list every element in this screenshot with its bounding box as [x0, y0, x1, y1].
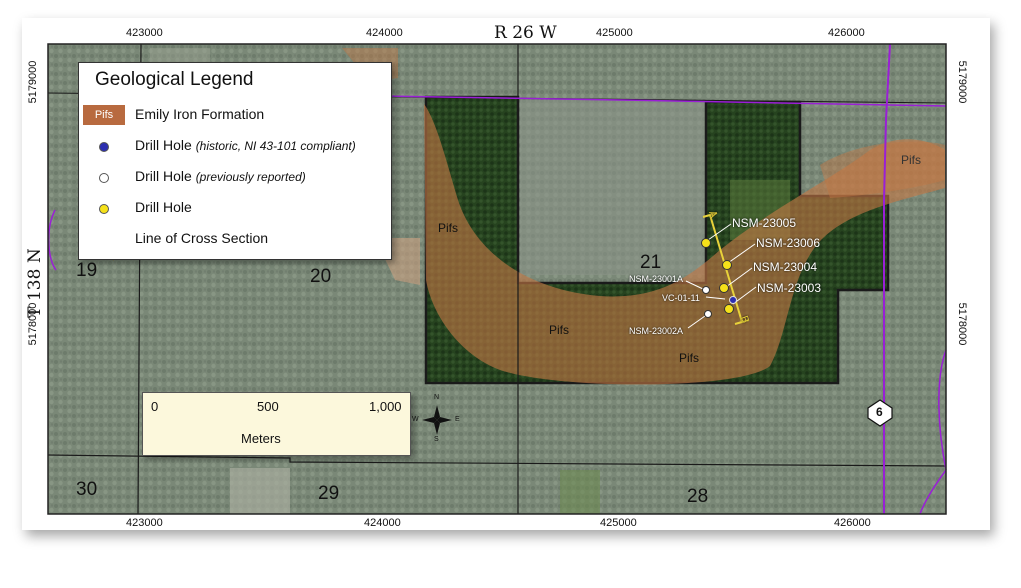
- clearing-3: [560, 470, 600, 514]
- reported-hole-dot-icon: [99, 173, 109, 183]
- geological-legend: Geological Legend Pifs Emily Iron Format…: [78, 62, 392, 260]
- drill-hole-nsm-23005[interactable]: [701, 238, 711, 248]
- pifs-label-east: Pifs: [901, 153, 922, 167]
- iron-formation-swatch: Pifs: [83, 105, 125, 125]
- label-nsm-23006: NSM-23006: [756, 236, 821, 250]
- x-tick-bottom-2: 424000: [364, 517, 401, 529]
- clearing-2: [230, 468, 290, 514]
- map-frame: 423000 424000 425000 426000 423000 42400…: [0, 0, 1021, 588]
- highway-number: 6: [876, 405, 883, 419]
- section-29: 29: [318, 483, 340, 504]
- x-tick-bottom-3: 425000: [600, 517, 637, 529]
- drill-hole-nsm-23002a[interactable]: [704, 310, 712, 318]
- scale-unit: Meters: [241, 431, 281, 446]
- section-19: 19: [76, 260, 98, 281]
- drill-hole-vc-01-11[interactable]: [729, 296, 737, 304]
- legend-label-section-line: Line of Cross Section: [135, 230, 269, 246]
- label-nsm-23003: NSM-23003: [757, 281, 822, 295]
- scale-tick-1000: 1,000: [369, 399, 402, 414]
- compass-e: E: [455, 416, 460, 423]
- x-tick-bottom-1: 423000: [126, 517, 163, 529]
- section-30: 30: [76, 479, 98, 500]
- scale-tick-0: 0: [151, 399, 159, 414]
- section-28: 28: [687, 486, 709, 507]
- clearing-1: [520, 100, 705, 275]
- y-tick-right-2: 5178000: [956, 302, 968, 346]
- x-tick-top-1: 423000: [126, 27, 163, 39]
- compass-n: N: [434, 394, 440, 401]
- legend-item-section-line: Line of Cross Section: [79, 227, 391, 251]
- compass-w: W: [412, 416, 419, 423]
- legend-item-iron-formation: Pifs Emily Iron Formation: [79, 103, 391, 127]
- legend-item-new-hole: Drill Hole: [79, 196, 391, 220]
- label-nsm-23005: NSM-23005: [732, 216, 797, 230]
- legend-label-new-hole: Drill Hole: [135, 199, 192, 215]
- legend-item-historic-hole: Drill Hole (historic, NI 43-101 complian…: [79, 134, 391, 158]
- section-20: 20: [310, 266, 332, 287]
- pifs-label-south: Pifs: [679, 351, 700, 365]
- pifs-label-west: Pifs: [438, 221, 459, 235]
- drill-hole-nsm-23004[interactable]: [719, 283, 729, 293]
- x-tick-top-2: 424000: [366, 27, 403, 39]
- label-nsm-23002a: NSM-23002A: [629, 326, 684, 336]
- pifs-label-central: Pifs: [549, 323, 570, 337]
- legend-label-historic-hole: Drill Hole: [135, 137, 192, 153]
- legend-note-historic-hole: (historic, NI 43-101 compliant): [195, 139, 356, 153]
- x-tick-top-3: 425000: [596, 27, 633, 39]
- section-21: 21: [640, 252, 662, 273]
- scale-bar: 0 500 1,000 Meters: [142, 392, 411, 456]
- y-tick-left-1: 5179000: [27, 60, 39, 104]
- drill-hole-nsm-23001a[interactable]: [702, 286, 710, 294]
- historic-hole-dot-icon: [99, 142, 109, 152]
- legend-title: Geological Legend: [95, 69, 254, 90]
- label-vc-01-11: VC-01-11: [662, 293, 700, 303]
- y-tick-right-1: 5179000: [956, 60, 968, 104]
- township-label: T 138 N: [25, 248, 45, 318]
- x-tick-top-4: 426000: [828, 27, 865, 39]
- compass-s: S: [434, 436, 439, 443]
- scale-tick-500: 500: [257, 399, 279, 414]
- range-label: R 26 W: [494, 23, 557, 43]
- legend-item-reported-hole: Drill Hole (previously reported): [79, 165, 391, 189]
- drill-hole-nsm-23006[interactable]: [722, 260, 732, 270]
- legend-label-reported-hole: Drill Hole: [135, 168, 192, 184]
- new-hole-dot-icon: [99, 204, 109, 214]
- label-nsm-23001a: NSM-23001A: [629, 274, 684, 284]
- x-tick-bottom-4: 426000: [834, 517, 871, 529]
- legend-label-iron-formation: Emily Iron Formation: [135, 106, 265, 122]
- drill-hole-nsm-23003[interactable]: [724, 304, 734, 314]
- label-nsm-23004: NSM-23004: [753, 260, 818, 274]
- legend-note-reported-hole: (previously reported): [195, 170, 306, 184]
